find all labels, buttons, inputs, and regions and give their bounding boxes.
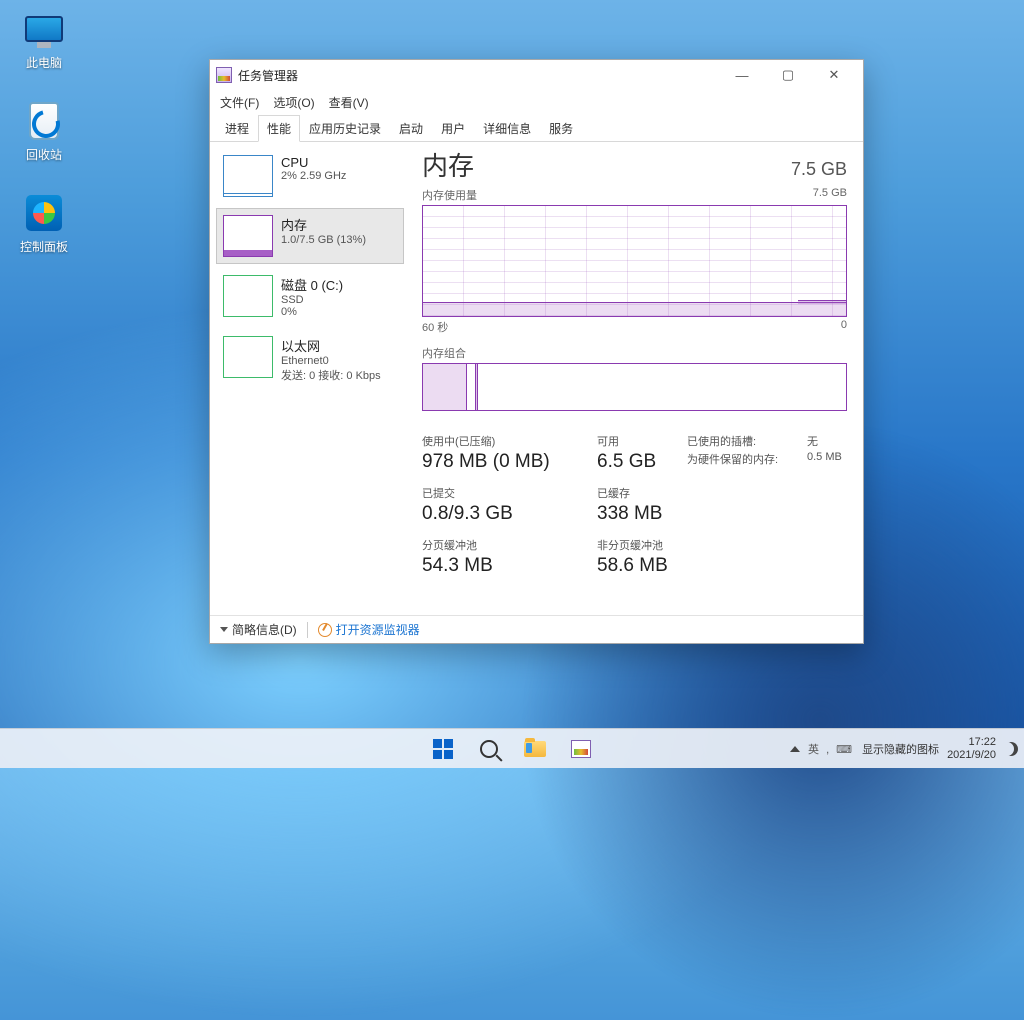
- summary-label: 简略信息(D): [232, 621, 297, 638]
- taskbar: 英 , ⌨ 显示隐藏的图标 17:22 2021/9/20: [0, 728, 1024, 768]
- tab-details[interactable]: 详细信息: [474, 115, 540, 142]
- sidebar-item-sub: SSD: [281, 294, 343, 306]
- tray-time: 17:22: [947, 736, 996, 749]
- resmon-label: 打开资源监视器: [336, 621, 420, 638]
- memory-composition-bar[interactable]: [422, 363, 847, 411]
- pc-icon: [23, 8, 65, 50]
- stat-val-committed: 0.8/9.3 GB: [422, 503, 597, 525]
- sidebar-item-title: 磁盘 0 (C:): [281, 275, 343, 294]
- divider: [307, 622, 308, 638]
- stat-label-paged: 分页缓冲池: [422, 537, 597, 553]
- ime-indicator[interactable]: 英 , ⌨: [808, 741, 854, 757]
- menubar: 文件(F) 选项(O) 查看(V): [210, 90, 863, 114]
- usage-scale: 7.5 GB: [813, 187, 847, 203]
- axis-right: 0: [841, 319, 847, 335]
- chevron-down-icon: [220, 627, 228, 632]
- task-manager-icon: [571, 740, 591, 758]
- sidebar-item-sub2: 发送: 0 接收: 0 Kbps: [281, 367, 381, 383]
- stat-val-paged: 54.3 MB: [422, 555, 597, 577]
- desktop-icon-recycle-bin[interactable]: 回收站: [8, 100, 80, 163]
- ethernet-thumb-icon: [223, 336, 273, 378]
- resource-monitor-icon: [318, 623, 332, 637]
- perf-main: 内存 7.5 GB 内存使用量 7.5 GB 60 秒 0 内存组合 使用中(已…: [410, 142, 863, 615]
- sidebar-item-sub: Ethernet0: [281, 355, 381, 367]
- axis-left: 60 秒: [422, 319, 448, 335]
- windows-logo-icon: [433, 739, 453, 759]
- stat-label-nonpaged: 非分页缓冲池: [597, 537, 687, 553]
- taskbar-task-manager-button[interactable]: [561, 729, 601, 769]
- stat-label-committed: 已提交: [422, 485, 597, 501]
- tab-users[interactable]: 用户: [432, 115, 474, 142]
- desktop-icon-this-pc[interactable]: 此电脑: [8, 8, 80, 71]
- sidebar-item-sub: 2% 2.59 GHz: [281, 170, 346, 182]
- stat-label-hw-reserved: 为硬件保留的内存:: [687, 451, 807, 473]
- menu-file[interactable]: 文件(F): [220, 94, 259, 111]
- menu-view[interactable]: 查看(V): [329, 94, 369, 111]
- stat-val-in-use: 978 MB (0 MB): [422, 451, 597, 473]
- task-manager-icon: [216, 67, 232, 83]
- disk-thumb-icon: [223, 275, 273, 317]
- stat-val-hw-reserved: 0.5 MB: [807, 451, 857, 473]
- sidebar-item-title: 以太网: [281, 336, 381, 355]
- memory-stats: 使用中(已压缩) 可用 已使用的插槽: 无 978 MB (0 MB) 6.5 …: [422, 433, 847, 577]
- control-panel-icon: [23, 192, 65, 234]
- tab-startup[interactable]: 启动: [390, 115, 432, 142]
- taskbar-explorer-button[interactable]: [515, 729, 555, 769]
- composition-label: 内存组合: [422, 345, 847, 361]
- memory-thumb-icon: [223, 215, 273, 257]
- stat-val-cached: 338 MB: [597, 503, 687, 525]
- titlebar[interactable]: 任务管理器 — ▢ ✕: [210, 60, 863, 90]
- sidebar-item-cpu[interactable]: CPU 2% 2.59 GHz: [216, 148, 404, 204]
- recycle-bin-icon: [23, 100, 65, 142]
- sidebar-item-title: 内存: [281, 215, 366, 234]
- cpu-thumb-icon: [223, 155, 273, 197]
- page-title: 内存: [422, 146, 474, 183]
- stat-label-available: 可用: [597, 433, 687, 449]
- usage-label: 内存使用量: [422, 187, 477, 203]
- file-explorer-icon: [524, 741, 546, 757]
- desktop-icon-label: 回收站: [8, 146, 80, 163]
- stat-label-in-use: 使用中(已压缩): [422, 433, 597, 449]
- system-tray: 英 , ⌨ 显示隐藏的图标 17:22 2021/9/20: [790, 736, 1024, 762]
- sidebar-item-sub: 1.0/7.5 GB (13%): [281, 234, 366, 246]
- sidebar-item-sub2: 0%: [281, 306, 343, 318]
- sidebar-item-title: CPU: [281, 155, 346, 170]
- perf-sidebar: CPU 2% 2.59 GHz 内存 1.0/7.5 GB (13%) 磁盘 0…: [210, 142, 410, 615]
- tab-performance[interactable]: 性能: [258, 115, 300, 142]
- taskbar-search-button[interactable]: [469, 729, 509, 769]
- task-manager-window: 任务管理器 — ▢ ✕ 文件(F) 选项(O) 查看(V) 进程 性能 应用历史…: [209, 59, 864, 644]
- focus-assist-icon[interactable]: [1004, 742, 1018, 756]
- tab-app-history[interactable]: 应用历史记录: [300, 115, 390, 142]
- stat-label-slots: 已使用的插槽:: [687, 433, 807, 449]
- close-button[interactable]: ✕: [811, 60, 857, 90]
- start-button[interactable]: [423, 729, 463, 769]
- window-title: 任务管理器: [238, 67, 298, 84]
- tray-overflow-button[interactable]: [790, 746, 800, 752]
- stat-val-nonpaged: 58.6 MB: [597, 555, 687, 577]
- minimize-button[interactable]: —: [719, 60, 765, 90]
- search-icon: [480, 740, 498, 758]
- tab-processes[interactable]: 进程: [216, 115, 258, 142]
- maximize-button[interactable]: ▢: [765, 60, 811, 90]
- sidebar-item-disk[interactable]: 磁盘 0 (C:) SSD 0%: [216, 268, 404, 325]
- stat-val-slots: 无: [807, 433, 857, 449]
- tab-services[interactable]: 服务: [540, 115, 582, 142]
- tray-tooltip: 显示隐藏的图标: [862, 741, 939, 757]
- desktop-icon-label: 此电脑: [8, 54, 80, 71]
- window-footer: 简略信息(D) 打开资源监视器: [210, 615, 863, 643]
- memory-capacity: 7.5 GB: [791, 159, 847, 180]
- open-resource-monitor-link[interactable]: 打开资源监视器: [318, 621, 420, 638]
- desktop-icon-control-panel[interactable]: 控制面板: [8, 192, 80, 255]
- menu-options[interactable]: 选项(O): [273, 94, 314, 111]
- desktop-icon-label: 控制面板: [8, 238, 80, 255]
- sidebar-item-ethernet[interactable]: 以太网 Ethernet0 发送: 0 接收: 0 Kbps: [216, 329, 404, 390]
- stat-label-cached: 已缓存: [597, 485, 687, 501]
- memory-usage-graph[interactable]: [422, 205, 847, 317]
- stat-val-available: 6.5 GB: [597, 451, 687, 473]
- summary-toggle[interactable]: 简略信息(D): [220, 621, 297, 638]
- tray-clock[interactable]: 17:22 2021/9/20: [947, 736, 996, 762]
- tabbar: 进程 性能 应用历史记录 启动 用户 详细信息 服务: [210, 114, 863, 142]
- sidebar-item-memory[interactable]: 内存 1.0/7.5 GB (13%): [216, 208, 404, 264]
- tray-date: 2021/9/20: [947, 749, 996, 762]
